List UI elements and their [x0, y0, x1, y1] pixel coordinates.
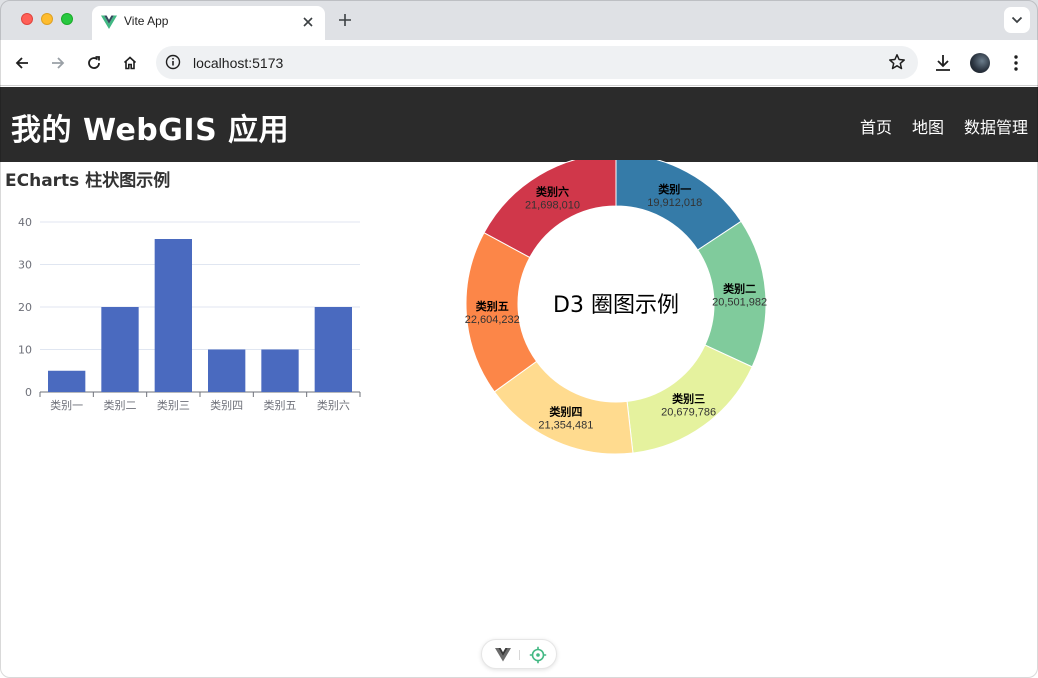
tab-search-button[interactable]	[1004, 7, 1030, 33]
window-minimize-button[interactable]	[41, 13, 53, 25]
tab-title: Vite App	[124, 14, 169, 28]
crosshair-icon[interactable]	[529, 646, 547, 664]
nav-link-home[interactable]: 首页	[860, 114, 892, 138]
vue-logo-icon[interactable]	[495, 648, 511, 662]
bar-chart: 0 10 20 30 40 类别一 类别二 类别三 类别四 类别五 类别六	[18, 216, 361, 412]
browser-tab[interactable]: Vite App	[92, 6, 325, 40]
slice-category-label: 类别六	[536, 185, 569, 199]
home-icon	[123, 56, 137, 70]
info-icon[interactable]	[165, 54, 181, 70]
slice-category-label: 类别三	[672, 392, 705, 406]
window-maximize-button[interactable]	[61, 13, 73, 25]
address-bar[interactable]: localhost:5173	[156, 46, 918, 79]
x-tick-label: 类别六	[317, 398, 350, 412]
plus-icon	[339, 14, 351, 26]
bar[interactable]	[208, 349, 246, 393]
slice-category-label: 类别五	[476, 299, 509, 313]
y-tick-label: 20	[18, 301, 32, 314]
home-button[interactable]	[118, 51, 142, 75]
y-tick-label: 10	[18, 344, 32, 357]
bar[interactable]	[314, 307, 352, 392]
y-tick-label: 40	[18, 216, 32, 229]
slice-category-label: 类别二	[723, 282, 756, 296]
browser-toolbar: localhost:5173	[0, 40, 1038, 86]
bar[interactable]	[154, 239, 192, 392]
devtools-divider	[519, 650, 520, 660]
reload-button[interactable]	[82, 51, 106, 75]
back-arrow-icon	[15, 57, 28, 69]
slice-value-label: 21,698,010	[525, 200, 580, 212]
nav-link-data-management[interactable]: 数据管理	[964, 114, 1028, 138]
forward-arrow-icon	[52, 57, 65, 69]
donut-center-title: D3 圈图示例	[553, 293, 679, 318]
slice-value-label: 21,354,481	[538, 419, 593, 431]
main-nav: 首页 地图 数据管理	[860, 114, 1028, 138]
app-title: 我的 WebGIS 应用	[11, 113, 290, 148]
window-close-button[interactable]	[21, 13, 33, 25]
vue-favicon-icon	[101, 15, 117, 29]
bar[interactable]	[48, 370, 86, 392]
close-icon	[303, 17, 313, 27]
download-icon[interactable]	[932, 52, 954, 74]
app-header: 我的 WebGIS 应用 首页 地图 数据管理	[0, 87, 1038, 162]
kebab-menu-icon[interactable]	[1009, 53, 1023, 73]
forward-button[interactable]	[46, 51, 70, 75]
chevron-down-icon	[1011, 16, 1023, 24]
browser-tab-strip: Vite App	[0, 0, 1038, 40]
vue-devtools-toggle[interactable]	[481, 639, 557, 669]
slice-value-label: 20,501,982	[712, 297, 767, 309]
x-tick-label: 类别四	[210, 398, 243, 412]
slice-value-label: 19,912,018	[647, 197, 702, 209]
slice-category-label: 类别四	[549, 404, 582, 418]
x-tick-label: 类别二	[104, 398, 137, 412]
y-tick-label: 0	[25, 386, 32, 399]
nav-link-map[interactable]: 地图	[912, 114, 944, 138]
profile-avatar[interactable]	[970, 53, 990, 73]
x-tick-label: 类别五	[264, 398, 297, 412]
bar[interactable]	[101, 307, 139, 392]
x-tick-label: 类别三	[157, 398, 190, 412]
x-tick-label: 类别一	[50, 398, 83, 412]
donut-chart: 类别一19,912,018 类别二20,501,982 类别三20,679,786 类…	[465, 160, 767, 455]
reload-icon	[88, 56, 100, 69]
bar-chart-title: ECharts 柱状图示例	[5, 171, 171, 191]
slice-value-label: 20,679,786	[661, 407, 716, 419]
y-tick-label: 30	[18, 259, 32, 272]
back-button[interactable]	[10, 51, 34, 75]
slice-category-label: 类别一	[658, 182, 691, 196]
tab-close-button[interactable]	[299, 13, 317, 31]
star-icon[interactable]	[888, 53, 906, 71]
url-text[interactable]: localhost:5173	[193, 55, 283, 71]
slice-value-label: 22,604,232	[465, 314, 520, 326]
bar[interactable]	[261, 349, 299, 393]
new-tab-button[interactable]	[334, 9, 356, 31]
